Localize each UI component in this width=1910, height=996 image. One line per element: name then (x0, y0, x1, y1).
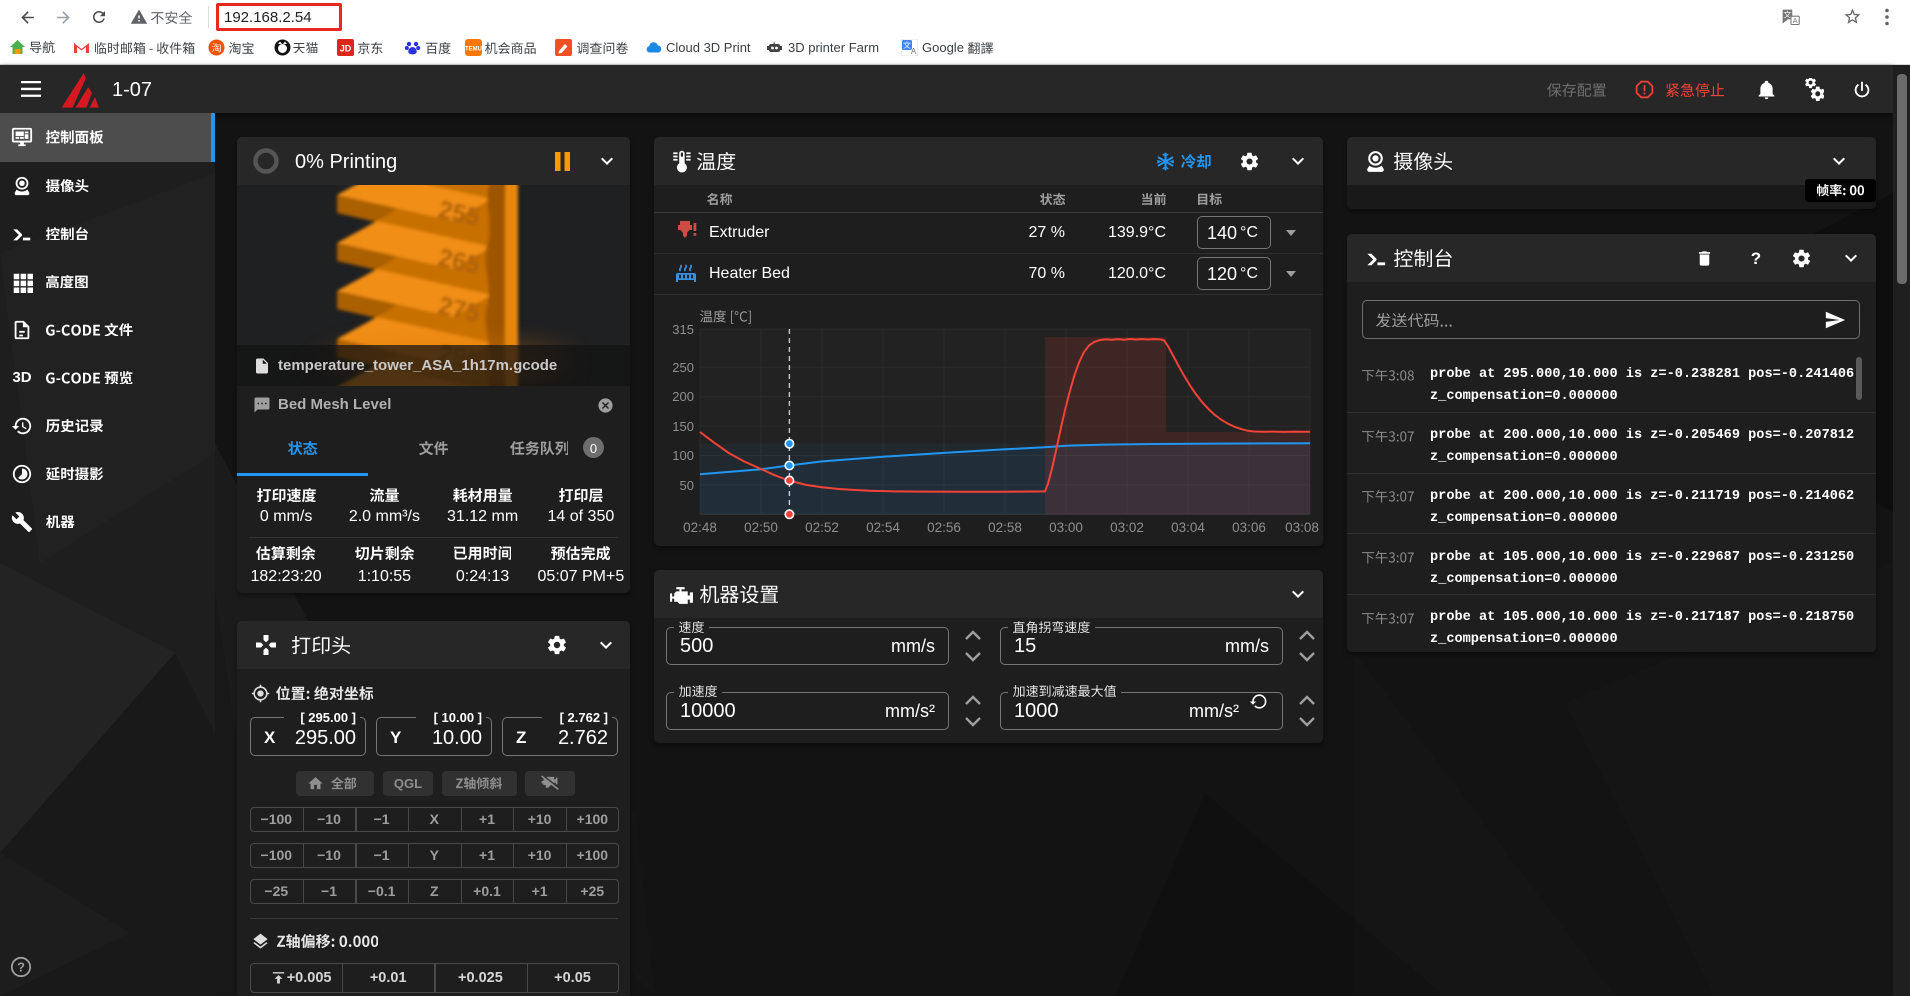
svg-text:?: ? (17, 960, 25, 975)
svg-text:TEMU: TEMU (465, 47, 482, 53)
svg-text:JD: JD (340, 44, 352, 54)
svg-text:A: A (911, 47, 917, 56)
svg-text:A: A (1793, 16, 1798, 25)
